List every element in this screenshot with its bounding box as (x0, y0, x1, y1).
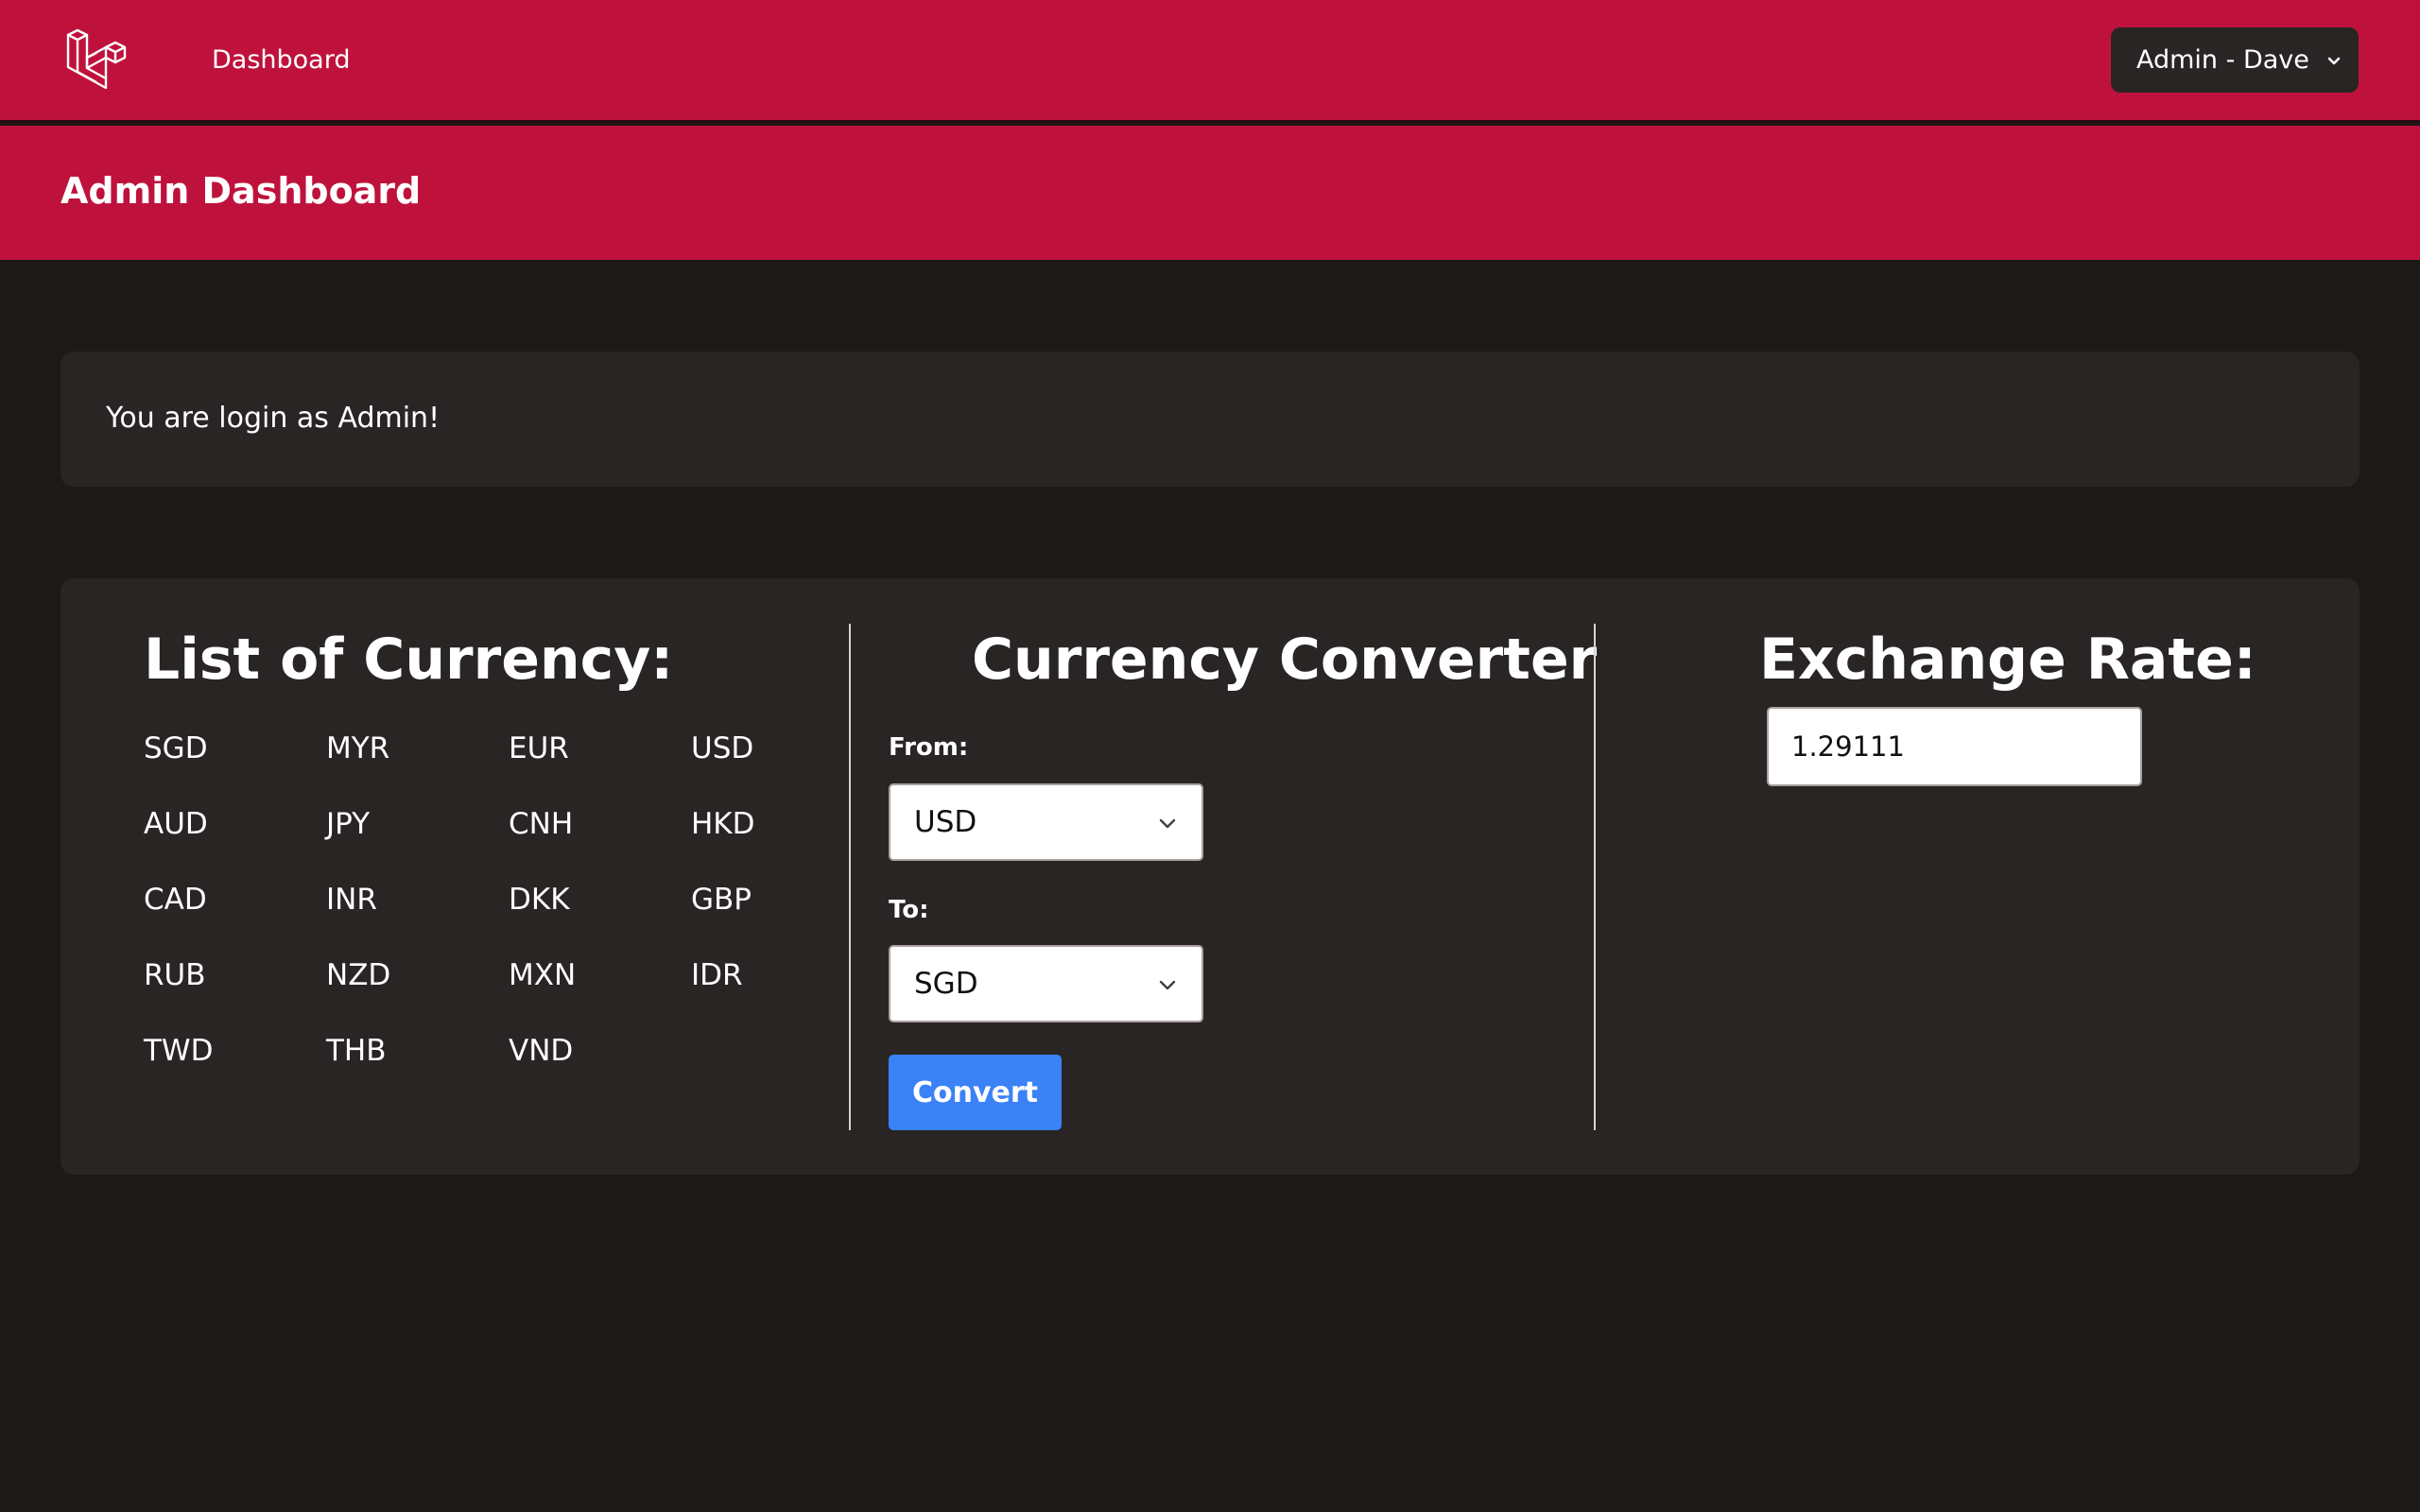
laravel-logo-icon[interactable] (64, 28, 127, 91)
to-currency-value: SGD (914, 967, 978, 1001)
login-notice-text: You are login as Admin! (106, 402, 441, 435)
currency-code: SGD (144, 731, 208, 765)
currency-code: GBP (691, 883, 752, 917)
converter-title: Currency Converter (972, 627, 1598, 693)
exchange-rate-input[interactable] (1767, 707, 2142, 786)
top-navbar: Dashboard Admin - Dave (0, 0, 2420, 123)
page-title: Admin Dashboard (60, 170, 422, 212)
currency-code: MYR (326, 731, 390, 765)
currency-code: TWD (144, 1034, 214, 1068)
login-notice-card: You are login as Admin! (60, 352, 2360, 487)
currency-code: HKD (691, 807, 755, 841)
currency-code: AUD (144, 807, 208, 841)
to-currency-select[interactable]: SGD (889, 945, 1203, 1022)
from-currency-select[interactable]: USD (889, 783, 1203, 861)
currency-code: DKK (509, 883, 570, 917)
page-header: Admin Dashboard (0, 126, 2420, 260)
to-label: To: (889, 896, 929, 924)
convert-button[interactable]: Convert (889, 1055, 1062, 1130)
currency-code: JPY (326, 807, 371, 841)
from-currency-value: USD (914, 805, 977, 839)
currency-panel: List of Currency: SGD MYR EUR USD AUD JP… (60, 578, 2360, 1175)
currency-code: IDR (691, 958, 743, 992)
from-label: From: (889, 733, 969, 762)
chevron-down-icon (2325, 51, 2343, 70)
nav-dashboard-link[interactable]: Dashboard (212, 44, 350, 77)
currency-code: VND (509, 1034, 574, 1068)
currency-code: RUB (144, 958, 206, 992)
column-divider (849, 624, 851, 1130)
currency-code: INR (326, 883, 377, 917)
currency-code: NZD (326, 958, 391, 992)
currency-code: CNH (509, 807, 574, 841)
currency-code: CAD (144, 883, 207, 917)
column-divider (1594, 624, 1596, 1130)
currency-code: USD (691, 731, 754, 765)
currency-code: EUR (509, 731, 569, 765)
currency-list-title: List of Currency: (144, 627, 674, 693)
chevron-down-icon (1159, 980, 1176, 990)
chevron-down-icon (1159, 818, 1176, 829)
currency-code: THB (326, 1034, 387, 1068)
user-menu-label: Admin - Dave (2136, 44, 2309, 75)
currency-code: MXN (509, 958, 577, 992)
user-menu-button[interactable]: Admin - Dave (2111, 27, 2359, 93)
exchange-rate-title: Exchange Rate: (1759, 627, 2256, 693)
